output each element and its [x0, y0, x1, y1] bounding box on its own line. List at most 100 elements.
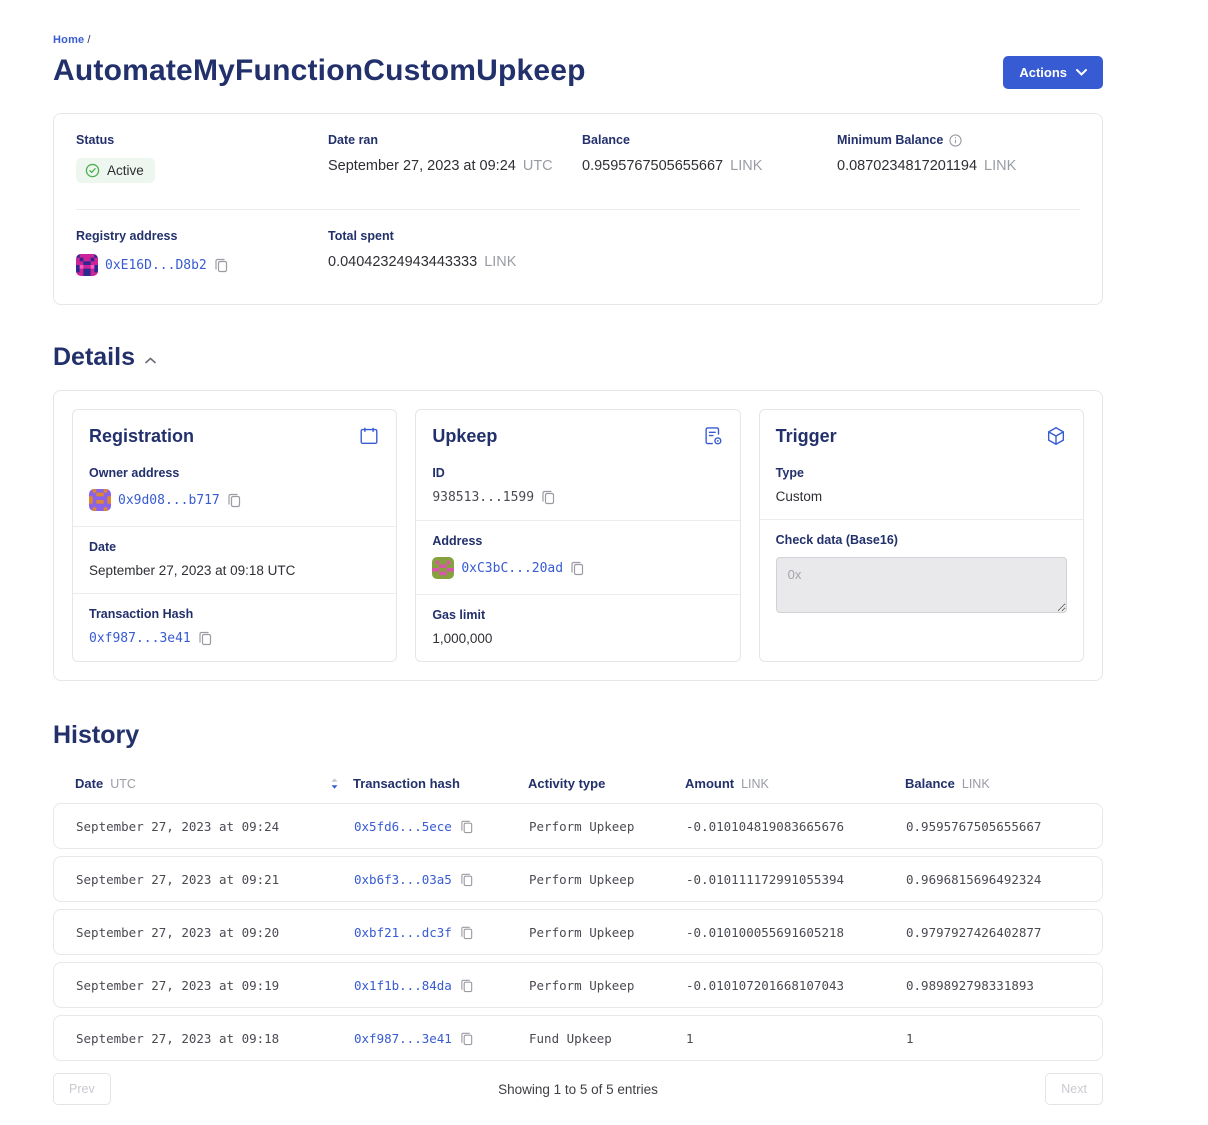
total-spent-label: Total spent	[328, 229, 582, 243]
page-title: AutomateMyFunctionCustomUpkeep	[53, 54, 586, 88]
row-amount: -0.010100055691605218	[686, 925, 906, 940]
registration-title: Registration	[89, 426, 194, 447]
row-activity-type: Perform Upkeep	[529, 872, 686, 887]
table-row: September 27, 2023 at 09:20 0xbf21...dc3…	[53, 909, 1103, 955]
row-amount: 1	[686, 1031, 906, 1046]
table-row: September 27, 2023 at 09:19 0x1f1b...84d…	[53, 962, 1103, 1008]
copy-icon[interactable]	[460, 1031, 474, 1046]
upkeep-id-group: ID 938513...1599	[416, 453, 739, 520]
row-tx-link[interactable]: 0xf987...3e41	[354, 1031, 452, 1046]
prev-button[interactable]: Prev	[53, 1073, 111, 1105]
min-balance-value: 0.0870234817201194	[837, 158, 977, 174]
registry-label: Registry address	[76, 229, 328, 243]
owner-address-link[interactable]: 0x9d08...b717	[118, 493, 220, 508]
date-ran-field: Date ran September 27, 2023 at 09:24 UTC	[328, 133, 582, 183]
copy-icon[interactable]	[570, 560, 585, 576]
document-gear-icon	[702, 425, 724, 447]
row-date: September 27, 2023 at 09:24	[76, 819, 354, 834]
registration-tx-link[interactable]: 0xf987...3e41	[89, 631, 191, 646]
row-date: September 27, 2023 at 09:20	[76, 925, 354, 940]
summary-card: Status Active Date ran September 27, 202…	[53, 113, 1103, 305]
copy-icon[interactable]	[460, 872, 474, 887]
page-container: Home/ AutomateMyFunctionCustomUpkeep Act…	[53, 0, 1103, 1125]
next-button[interactable]: Next	[1045, 1073, 1103, 1105]
gas-limit-label: Gas limit	[432, 608, 723, 622]
details-heading-text: Details	[53, 343, 135, 372]
min-balance-unit: LINK	[984, 158, 1016, 174]
row-date: September 27, 2023 at 09:18	[76, 1031, 354, 1046]
row-balance: 1	[906, 1031, 1080, 1046]
registration-date-group: Date September 27, 2023 at 09:18 UTC	[73, 526, 396, 593]
upkeep-id-label: ID	[432, 466, 723, 480]
upkeep-address-group: Address 0xC3bC...20ad	[416, 520, 739, 594]
balance-value: 0.9595767505655667	[582, 158, 723, 174]
actions-button[interactable]: Actions	[1003, 56, 1103, 89]
check-data-label: Check data (Base16)	[776, 533, 1067, 547]
registration-card: Registration Owner address 0x9d08...b717…	[72, 409, 397, 662]
upkeep-address-link[interactable]: 0xC3bC...20ad	[461, 561, 563, 576]
total-spent-field: Total spent 0.04042324943443333LINK	[328, 229, 582, 276]
history-heading-text: History	[53, 721, 139, 750]
trigger-title: Trigger	[776, 426, 837, 447]
owner-address-group: Owner address 0x9d08...b717	[73, 453, 396, 526]
column-date[interactable]: Date UTC	[75, 776, 353, 791]
row-amount: -0.010111172991055394	[686, 872, 906, 887]
row-tx-link[interactable]: 0xb6f3...03a5	[354, 872, 452, 887]
row-balance: 0.989892798331893	[906, 978, 1080, 993]
info-icon[interactable]	[949, 134, 962, 147]
min-balance-field: Minimum Balance 0.0870234817201194LINK	[837, 133, 1080, 183]
history-rows: September 27, 2023 at 09:24 0x5fd6...5ec…	[53, 803, 1103, 1061]
registry-identicon	[76, 254, 98, 276]
copy-icon[interactable]	[227, 492, 242, 508]
gas-limit-value: 1,000,000	[432, 631, 492, 646]
calendar-icon	[358, 425, 380, 447]
row-balance: 0.9696815696492324	[906, 872, 1080, 887]
balance-label: Balance	[582, 133, 837, 147]
copy-icon[interactable]	[541, 489, 556, 505]
copy-icon[interactable]	[460, 978, 474, 993]
registry-address-link[interactable]: 0xE16D...D8b2	[105, 258, 207, 273]
copy-icon[interactable]	[460, 925, 474, 940]
date-ran-value: September 27, 2023 at 09:24	[328, 158, 516, 174]
total-spent-unit: LINK	[484, 254, 516, 270]
column-balance: Balance LINK	[905, 776, 1081, 791]
column-date-label: Date	[75, 776, 103, 791]
registration-date-value: September 27, 2023 at 09:18 UTC	[89, 563, 295, 578]
check-data-group: Check data (Base16)	[760, 519, 1083, 633]
row-date: September 27, 2023 at 09:21	[76, 872, 354, 887]
table-row: September 27, 2023 at 09:18 0xf987...3e4…	[53, 1015, 1103, 1061]
pagination: Prev Showing 1 to 5 of 5 entries Next	[53, 1073, 1103, 1125]
owner-address-label: Owner address	[89, 466, 380, 480]
upkeep-address-label: Address	[432, 534, 723, 548]
copy-icon[interactable]	[198, 630, 213, 646]
breadcrumb-separator: /	[87, 34, 90, 46]
row-activity-type: Perform Upkeep	[529, 978, 686, 993]
copy-icon[interactable]	[460, 819, 474, 834]
status-field: Status Active	[76, 133, 328, 183]
row-tx-link[interactable]: 0xbf21...dc3f	[354, 925, 452, 940]
status-text: Active	[107, 163, 144, 178]
row-activity-type: Perform Upkeep	[529, 819, 686, 834]
breadcrumb: Home/	[53, 34, 1103, 46]
chevron-up-icon[interactable]	[145, 357, 156, 364]
sort-icon[interactable]	[330, 777, 339, 790]
date-ran-tz: UTC	[523, 158, 553, 174]
trigger-type-label: Type	[776, 466, 1067, 480]
column-amount: Amount LINK	[685, 776, 905, 791]
row-tx-link[interactable]: 0x1f1b...84da	[354, 978, 452, 993]
balance-unit: LINK	[730, 158, 762, 174]
table-row: September 27, 2023 at 09:21 0xb6f3...03a…	[53, 856, 1103, 902]
check-data-input[interactable]	[776, 557, 1067, 613]
upkeep-address-identicon	[432, 557, 454, 579]
owner-identicon	[89, 489, 111, 511]
row-activity-type: Fund Upkeep	[529, 1031, 686, 1046]
row-amount: -0.010104819083665676	[686, 819, 906, 834]
date-ran-label: Date ran	[328, 133, 582, 147]
breadcrumb-home-link[interactable]: Home	[53, 34, 84, 46]
gas-limit-group: Gas limit 1,000,000	[416, 594, 739, 661]
history-heading: History	[53, 721, 1103, 750]
transaction-hash-group: Transaction Hash 0xf987...3e41	[73, 593, 396, 661]
copy-icon[interactable]	[214, 257, 229, 273]
row-tx-link[interactable]: 0x5fd6...5ece	[354, 819, 452, 834]
row-activity-type: Perform Upkeep	[529, 925, 686, 940]
